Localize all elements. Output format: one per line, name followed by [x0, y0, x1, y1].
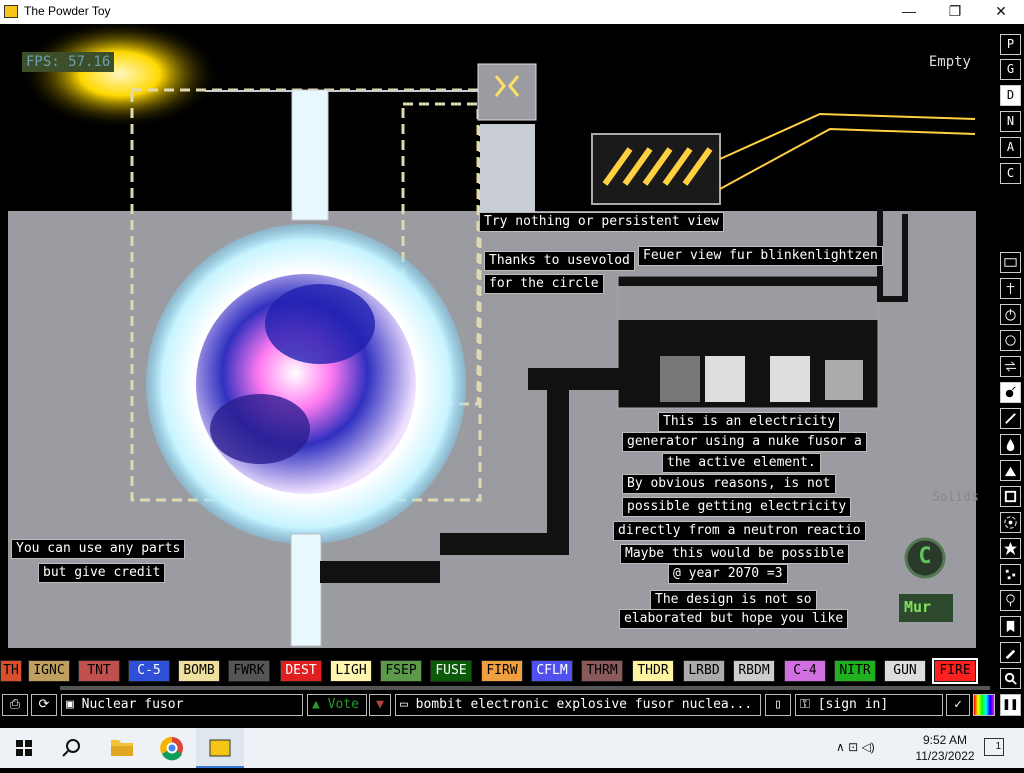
element-button[interactable]: BOMB [178, 660, 220, 682]
element-button[interactable]: GUN [884, 660, 926, 682]
open-save-browser-icon[interactable]: ⎙ [2, 694, 28, 716]
clock[interactable]: 9:52 AM 11/23/2022 [910, 732, 980, 764]
element-button[interactable]: FUSE [430, 660, 472, 682]
sign[interactable]: This is an electricity [658, 412, 841, 432]
bottom-toolbar: ⎙ ⟳ ▣ Nuclear fusor ▲ Vote ▼ ▭ bombit el… [0, 693, 1024, 718]
vote-up-icon: ▲ [312, 697, 328, 712]
settings-icon[interactable]: ✓ [946, 694, 970, 716]
pause-button[interactable]: ❚❚ [1000, 694, 1021, 716]
sign[interactable]: The design is not so [650, 590, 817, 610]
element-palette: TH IGNC TNT C-5 BOMB FWRK DEST LIGH FSEP… [0, 658, 995, 684]
element-button[interactable]: FWRK [228, 660, 270, 682]
app-icon [4, 5, 18, 18]
liquids-icon[interactable] [1000, 434, 1021, 455]
special-icon[interactable] [1000, 538, 1021, 559]
element-button[interactable]: TNT [78, 660, 120, 682]
color-palette-icon[interactable] [973, 694, 995, 716]
render-mode-c-button[interactable]: C [1000, 163, 1021, 184]
render-mode-d-button[interactable]: D [1000, 85, 1021, 106]
element-button[interactable]: C-5 [128, 660, 170, 682]
walls-icon[interactable] [1000, 252, 1021, 273]
force-icon[interactable] [1000, 356, 1021, 377]
powders-icon[interactable] [1000, 460, 1021, 481]
sign[interactable]: directly from a neutron reactio [613, 521, 866, 541]
sign[interactable]: Try nothing or persistent view [479, 212, 724, 232]
sign[interactable]: Feuer view fur blinkenlightzen [638, 246, 883, 266]
tools-icon[interactable] [1000, 590, 1021, 611]
element-button[interactable]: NITR [834, 660, 876, 682]
chrome-icon[interactable] [148, 728, 196, 768]
category-tooltip: Solids [932, 490, 979, 505]
windows-taskbar: ∧ ⊡ ◁) 9:52 AM 11/23/2022 1 [0, 728, 1024, 768]
notifications-icon[interactable]: 1 [984, 738, 1004, 756]
element-button-selected[interactable]: FIRE [932, 658, 978, 684]
minimize-button[interactable]: — [886, 0, 932, 24]
window-titlebar: The Powder Toy — ❐ ✕ [0, 0, 1024, 24]
sign[interactable]: Thanks to usevolod [484, 251, 635, 271]
new-simulation-icon[interactable]: ▯ [765, 694, 791, 716]
tag-icon: ▭ [400, 697, 416, 712]
element-button[interactable]: C-4 [784, 660, 826, 682]
sign[interactable]: elaborated but hope you like [619, 609, 849, 629]
sign-in-button[interactable]: ⚿ [sign in] [795, 694, 943, 716]
gases-icon[interactable] [1000, 408, 1021, 429]
mur-badge: Mur [904, 598, 932, 616]
save-name-field[interactable]: ▣ Nuclear fusor [61, 694, 303, 716]
element-button[interactable]: RBDM [733, 660, 775, 682]
render-mode-g-button[interactable]: G [1000, 59, 1021, 80]
key-icon: ⚿ [800, 697, 818, 712]
render-mode-p-button[interactable]: P [1000, 34, 1021, 55]
vote-down-button[interactable]: ▼ [369, 694, 391, 716]
element-button[interactable]: DEST [280, 660, 322, 682]
search-icon[interactable] [1000, 668, 1021, 689]
powered-icon[interactable] [1000, 304, 1021, 325]
element-button[interactable]: FIRW [481, 660, 523, 682]
sign[interactable]: generator using a nuke fusor a [622, 432, 867, 452]
save-icon: ▣ [66, 697, 82, 712]
element-scrollbar[interactable] [60, 686, 990, 690]
search-icon[interactable] [48, 728, 96, 768]
sign[interactable]: @ year 2070 =3 [668, 564, 788, 584]
element-button[interactable]: IGNC [28, 660, 70, 682]
element-button[interactable]: FSEP [380, 660, 422, 682]
vote-up-button[interactable]: ▲ Vote [307, 694, 367, 716]
reload-icon[interactable]: ⟳ [31, 694, 57, 716]
sensors-icon[interactable] [1000, 330, 1021, 351]
element-button[interactable]: TH [0, 660, 22, 682]
sign[interactable]: By obvious reasons, is not [622, 474, 836, 494]
sign[interactable]: Maybe this would be possible [620, 544, 850, 564]
sign[interactable]: for the circle [484, 274, 604, 294]
render-mode-a-button[interactable]: A [1000, 137, 1021, 158]
electronics-icon[interactable] [1000, 278, 1021, 299]
element-button[interactable]: CFLM [531, 660, 573, 682]
sign[interactable]: possible getting electricity [622, 497, 852, 517]
close-button[interactable]: ✕ [978, 0, 1024, 24]
tags-field[interactable]: ▭ bombit electronic explosive fusor nucl… [395, 694, 761, 716]
life-icon[interactable] [1000, 564, 1021, 585]
deco-icon[interactable] [1000, 642, 1021, 663]
render-mode-n-button[interactable]: N [1000, 111, 1021, 132]
explosives-icon[interactable] [1000, 382, 1021, 403]
windows-start-icon[interactable] [0, 728, 48, 768]
element-button[interactable]: THDR [632, 660, 674, 682]
element-button[interactable]: THRM [581, 660, 623, 682]
simulation-canvas[interactable]: FPS: 57.16 Empty Solids Try nothing or p… [0, 24, 995, 658]
sign[interactable]: You can use any parts [11, 539, 186, 559]
file-explorer-icon[interactable] [98, 728, 146, 768]
element-button[interactable]: LIGH [330, 660, 372, 682]
window-title: The Powder Toy [24, 4, 111, 18]
powder-toy-taskbar-icon[interactable] [196, 728, 244, 768]
system-tray-icons[interactable]: ∧ ⊡ ◁) [836, 740, 875, 754]
maximize-button[interactable]: ❐ [932, 0, 978, 24]
element-button[interactable]: LRBD [683, 660, 725, 682]
hover-element-label: Empty [928, 54, 971, 70]
c-badge: C [918, 544, 932, 569]
fps-counter: FPS: 57.16 [22, 52, 115, 72]
sign[interactable]: but give credit [38, 563, 166, 583]
radioactive-icon[interactable] [1000, 512, 1021, 533]
favorites-icon[interactable] [1000, 616, 1021, 637]
sign[interactable]: the active element. [662, 453, 821, 473]
solids-icon[interactable] [1000, 486, 1021, 507]
